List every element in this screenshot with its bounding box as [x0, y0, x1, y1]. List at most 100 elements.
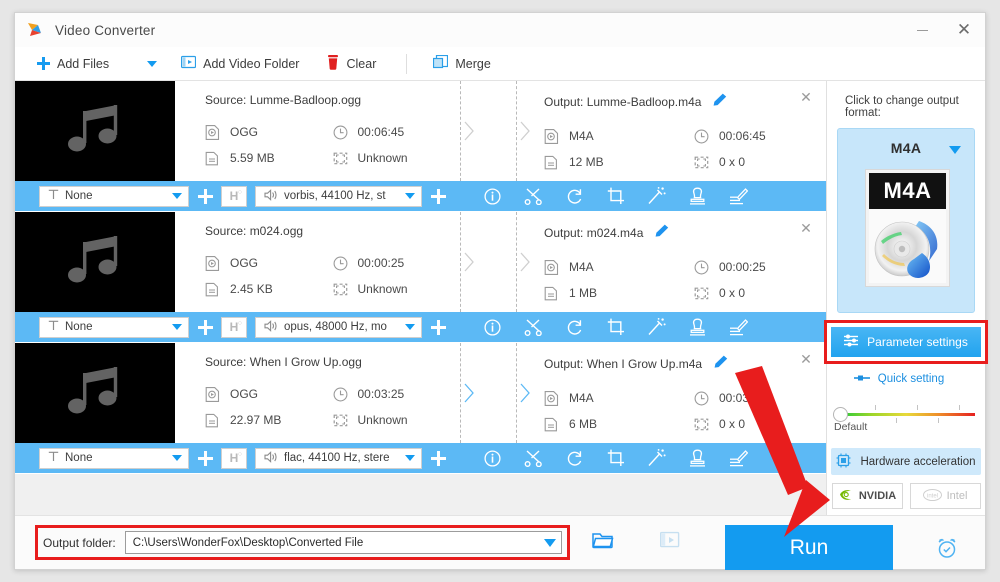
- action-effect-button[interactable]: [636, 443, 677, 473]
- action-subtitle-button[interactable]: [718, 443, 759, 473]
- merge-icon: [433, 55, 448, 73]
- add-video-folder-button[interactable]: Add Video Folder: [181, 47, 299, 81]
- quick-setting-link[interactable]: Quick setting: [854, 373, 944, 385]
- audio-caret-icon[interactable]: [405, 455, 415, 461]
- quality-slider[interactable]: Default: [833, 401, 979, 433]
- parameter-settings-button[interactable]: Parameter settings: [831, 327, 981, 357]
- file-list[interactable]: Source: Lumme-Badloop.ogg OGG 5.59 MB 00…: [15, 81, 827, 515]
- run-button[interactable]: Run: [725, 525, 893, 570]
- row-action-icons: [472, 312, 759, 342]
- action-cut-button[interactable]: [513, 312, 554, 342]
- source-duration-icon: [333, 387, 348, 402]
- action-subtitle-button[interactable]: [718, 181, 759, 211]
- action-watermark-button[interactable]: [677, 181, 718, 211]
- remove-file-button[interactable]: ✕: [799, 92, 813, 106]
- action-subtitle-button[interactable]: [718, 312, 759, 342]
- add-subtitle-button[interactable]: [189, 443, 221, 473]
- plus-icon: [37, 57, 50, 70]
- add-audio-button[interactable]: [422, 312, 454, 342]
- action-effect-button[interactable]: [636, 312, 677, 342]
- source-size-value: 22.97 MB: [230, 413, 281, 427]
- action-watermark-button[interactable]: [677, 312, 718, 342]
- file-thumbnail[interactable]: [15, 81, 175, 181]
- action-crop-button[interactable]: [595, 312, 636, 342]
- intel-toggle[interactable]: intel Intel: [910, 483, 981, 509]
- subtitle-caret-icon[interactable]: [172, 193, 182, 199]
- action-effect-button[interactable]: [636, 181, 677, 211]
- source-size-value: 2.45 KB: [230, 282, 273, 296]
- open-video-file-icon[interactable]: [660, 531, 680, 554]
- output-folder-input[interactable]: C:\Users\WonderFox\Desktop\Converted Fil…: [125, 531, 562, 554]
- nvidia-toggle[interactable]: NVIDIA: [832, 483, 903, 509]
- subtitle-caret-icon[interactable]: [172, 324, 182, 330]
- music-note-icon: [55, 98, 135, 165]
- svg-text:intel: intel: [927, 493, 938, 499]
- output-size-icon: [544, 155, 559, 170]
- audio-track-value: flac, 44100 Hz, stere: [284, 452, 399, 464]
- action-cut-button[interactable]: [513, 181, 554, 211]
- clear-button[interactable]: Clear: [327, 47, 376, 81]
- meta-output-resolution: 0 x 0: [694, 149, 827, 175]
- schedule-alarm-icon[interactable]: [935, 536, 959, 565]
- output-folder-value: C:\Users\WonderFox\Desktop\Converted Fil…: [133, 537, 544, 549]
- action-rotate-button[interactable]: [554, 181, 595, 211]
- output-folder-caret-icon[interactable]: [544, 539, 556, 547]
- add-subtitle-button[interactable]: [189, 181, 221, 211]
- close-button[interactable]: ✕: [943, 13, 985, 47]
- output-format-caret-icon[interactable]: [949, 146, 961, 154]
- file-card[interactable]: Source: Lumme-Badloop.ogg OGG 5.59 MB 00…: [15, 81, 826, 212]
- add-audio-button[interactable]: [422, 443, 454, 473]
- action-rotate-button[interactable]: [554, 443, 595, 473]
- add-audio-button[interactable]: [422, 181, 454, 211]
- subtitle-track-select[interactable]: None: [39, 448, 189, 469]
- hdr-button[interactable]: H○: [221, 448, 247, 469]
- merge-button[interactable]: Merge: [433, 47, 490, 81]
- action-info-button[interactable]: [472, 312, 513, 342]
- action-crop-button[interactable]: [595, 181, 636, 211]
- action-watermark-button[interactable]: [677, 443, 718, 473]
- subtitle-track-select[interactable]: None: [39, 317, 189, 338]
- add-files-label: Add Files: [57, 57, 109, 71]
- meta-source-format: OGG: [205, 250, 333, 276]
- action-cut-button[interactable]: [513, 443, 554, 473]
- file-thumbnail[interactable]: [15, 343, 175, 443]
- rename-pencil-icon[interactable]: [655, 224, 669, 242]
- hdr-button[interactable]: H○: [221, 317, 247, 338]
- action-info-button[interactable]: [472, 181, 513, 211]
- meta-source-duration: 00:00:25: [333, 250, 461, 276]
- output-name: Output: When I Grow Up.m4a: [544, 357, 702, 371]
- remove-file-button[interactable]: ✕: [799, 354, 813, 368]
- rename-pencil-icon[interactable]: [714, 355, 728, 373]
- output-column: Output: m024.m4a M4A 1 MB: [522, 212, 827, 312]
- minimize-button[interactable]: [901, 13, 943, 47]
- merge-label: Merge: [455, 57, 490, 71]
- open-folder-icon[interactable]: [592, 531, 614, 554]
- audio-track-select[interactable]: opus, 48000 Hz, mo: [255, 317, 422, 338]
- audio-caret-icon[interactable]: [405, 193, 415, 199]
- remove-file-button[interactable]: ✕: [799, 223, 813, 237]
- quality-slider-knob[interactable]: [833, 407, 848, 422]
- output-size-icon: [544, 417, 559, 432]
- rename-pencil-icon[interactable]: [713, 93, 727, 111]
- source-name: Source: When I Grow Up.ogg: [205, 355, 460, 369]
- add-files-button[interactable]: Add Files: [37, 47, 109, 81]
- subtitle-caret-icon[interactable]: [172, 455, 182, 461]
- audio-track-select[interactable]: vorbis, 44100 Hz, st: [255, 186, 422, 207]
- meta-source-format: OGG: [205, 381, 333, 407]
- action-crop-button[interactable]: [595, 443, 636, 473]
- action-rotate-button[interactable]: [554, 312, 595, 342]
- file-card[interactable]: Source: When I Grow Up.ogg OGG 22.97 MB …: [15, 343, 826, 474]
- speaker-icon: [264, 451, 278, 466]
- file-thumbnail[interactable]: [15, 212, 175, 312]
- subtitle-track-select[interactable]: None: [39, 186, 189, 207]
- output-format-card[interactable]: M4A M4A: [837, 128, 975, 313]
- hdr-button[interactable]: H○: [221, 186, 247, 207]
- audio-caret-icon[interactable]: [405, 324, 415, 330]
- add-subtitle-button[interactable]: [189, 312, 221, 342]
- source-format-value: OGG: [230, 256, 258, 270]
- file-card[interactable]: Source: m024.ogg OGG 2.45 KB 00:00:25: [15, 212, 826, 343]
- add-files-dropdown-caret-icon[interactable]: [147, 61, 157, 67]
- audio-track-select[interactable]: flac, 44100 Hz, stere: [255, 448, 422, 469]
- action-info-button[interactable]: [472, 443, 513, 473]
- hardware-acceleration-button[interactable]: Hardware acceleration: [831, 448, 981, 475]
